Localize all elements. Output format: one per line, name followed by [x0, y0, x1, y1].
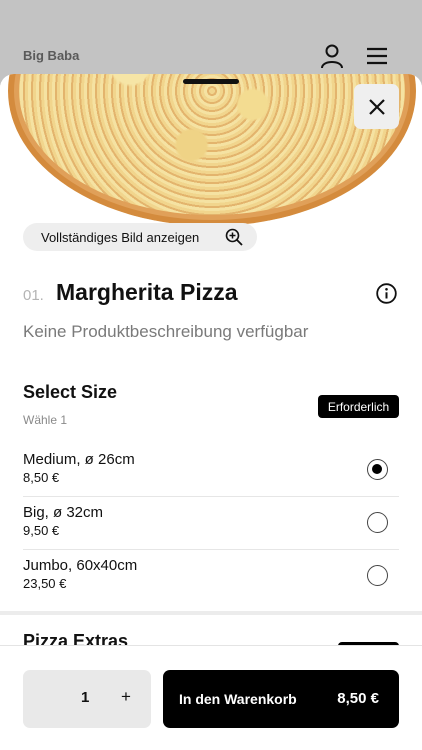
option-price: 9,50 €: [23, 523, 60, 538]
section-divider: [0, 611, 422, 615]
add-to-cart-button[interactable]: In den Warenkorb 8,50 €: [163, 670, 399, 728]
size-radio-jumbo[interactable]: [367, 565, 388, 586]
size-option-big[interactable]: Big, ø 32cm 9,50 €: [23, 497, 399, 550]
add-to-cart-price: 8,50 €: [337, 690, 379, 707]
zoom-in-icon: [225, 228, 243, 246]
option-label: Jumbo, 60x40cm: [23, 557, 138, 574]
option-label: Medium, ø 26cm: [23, 451, 135, 468]
size-radio-medium[interactable]: [367, 459, 388, 480]
option-price: 23,50 €: [23, 576, 67, 591]
info-icon[interactable]: [376, 283, 397, 304]
brand-name[interactable]: Big Baba: [23, 48, 79, 63]
product-number: 01.: [23, 287, 44, 304]
size-option-medium[interactable]: Medium, ø 26cm 8,50 €: [23, 444, 399, 497]
product-image-area: Vollständiges Bild anzeigen: [0, 74, 422, 260]
product-name: Margherita Pizza: [56, 279, 238, 305]
view-full-image-label: Vollständiges Bild anzeigen: [41, 229, 200, 245]
size-option-jumbo[interactable]: Jumbo, 60x40cm 23,50 €: [23, 550, 399, 603]
size-section-hint: Wähle 1: [23, 413, 68, 427]
size-radio-big[interactable]: [367, 512, 388, 533]
bottom-action-bar: 1 + In den Warenkorb 8,50 €: [0, 645, 422, 750]
size-section-title: Select Size: [23, 382, 118, 402]
option-label: Big, ø 32cm: [23, 504, 104, 521]
user-icon[interactable]: [319, 43, 345, 69]
app-header: Big Baba: [0, 0, 422, 80]
close-icon: [368, 98, 385, 115]
quantity-value: 1: [81, 689, 90, 706]
sheet-grab-handle[interactable]: [183, 79, 239, 84]
option-price: 8,50 €: [23, 470, 60, 485]
add-to-cart-label: In den Warenkorb: [179, 691, 297, 707]
close-button[interactable]: [354, 84, 399, 129]
required-badge: Erforderlich: [318, 395, 399, 418]
product-description: Keine Produktbeschreibung verfügbar: [23, 322, 309, 341]
quantity-increase-button[interactable]: +: [121, 687, 131, 707]
quantity-stepper: 1 +: [23, 670, 151, 728]
menu-icon[interactable]: [365, 43, 391, 69]
view-full-image-button[interactable]: Vollständiges Bild anzeigen: [23, 223, 257, 251]
